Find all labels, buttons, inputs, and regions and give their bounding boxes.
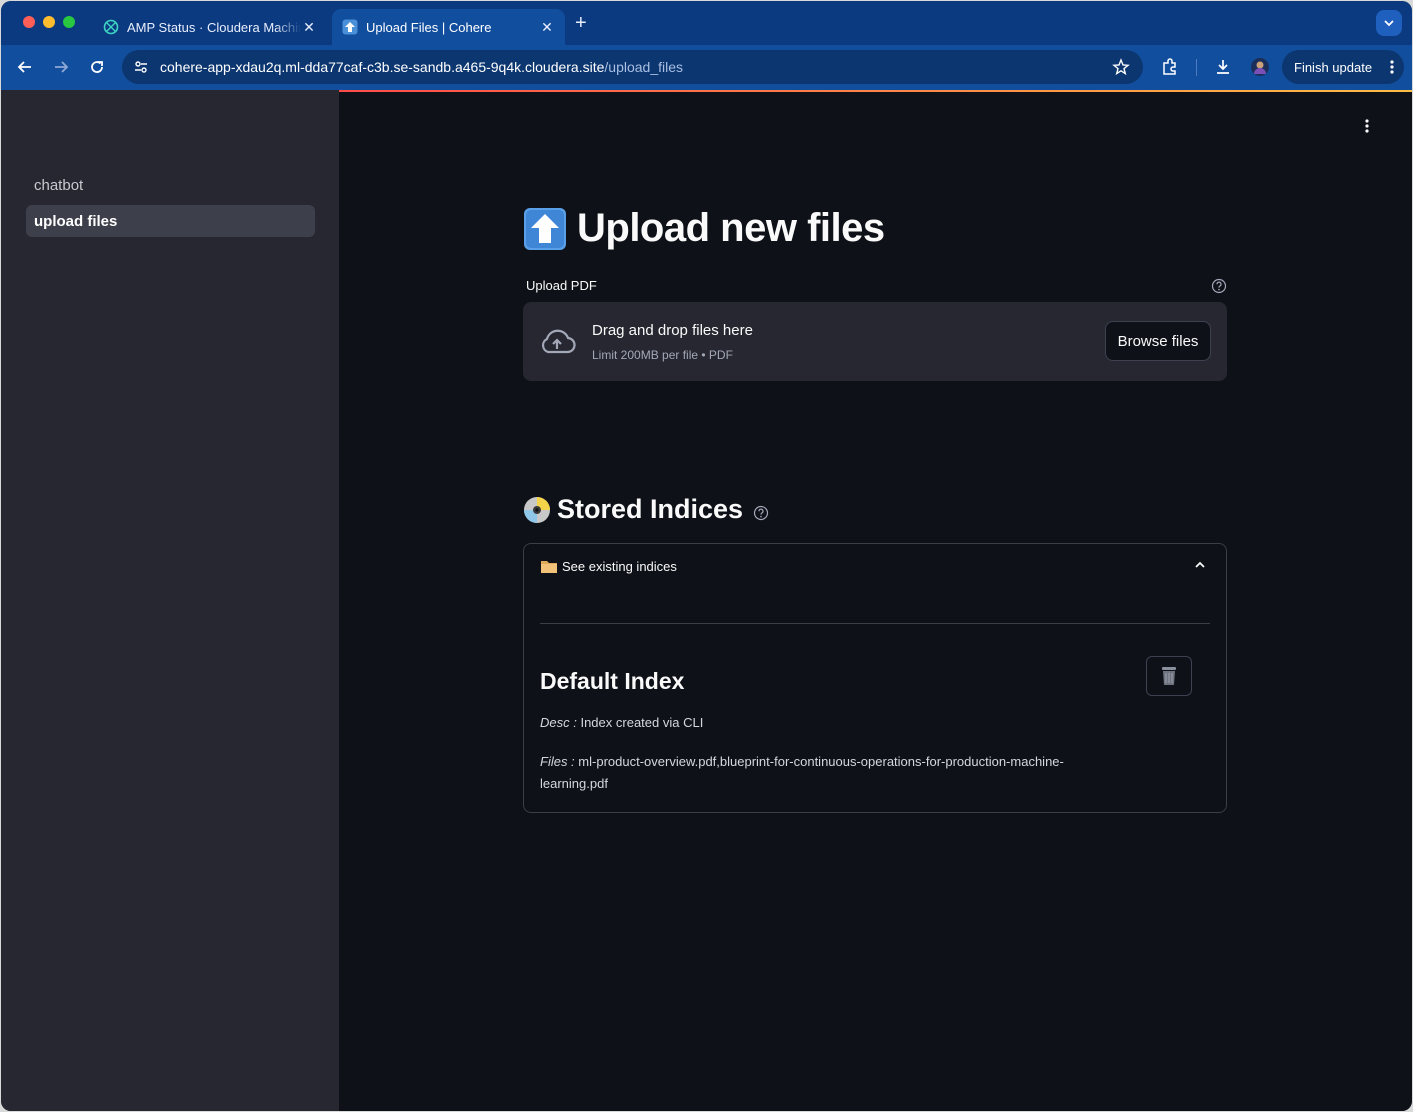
close-icon[interactable]: ✕ <box>301 19 317 36</box>
browse-files-label: Browse files <box>1117 332 1199 350</box>
desc-label: Desc : <box>540 715 577 730</box>
browser-window: AMP Status · Cloudera Machine Learning ✕… <box>1 1 1412 1111</box>
delete-index-button[interactable] <box>1146 656 1192 696</box>
reload-icon[interactable] <box>87 57 107 77</box>
expander-label: See existing indices <box>562 558 677 574</box>
page-title-text: Upload new files <box>577 206 885 250</box>
folder-icon <box>541 561 557 573</box>
sidebar-item-label: chatbot <box>34 176 84 194</box>
cloudera-icon <box>103 19 119 35</box>
sidebar-nav: chatbot upload files <box>1 90 339 1111</box>
sidebar-item-upload-files[interactable]: upload files <box>26 205 315 237</box>
back-arrow-icon[interactable] <box>15 57 35 77</box>
index-name: Default Index <box>540 668 685 694</box>
browse-files-button[interactable]: Browse files <box>1105 321 1211 361</box>
extensions-icon[interactable] <box>1160 57 1180 77</box>
file-dropzone[interactable]: Drag and drop files here Limit 200MB per… <box>523 302 1227 381</box>
page-title: Upload new files <box>523 206 885 251</box>
stored-indices-heading: Stored Indices <box>523 494 769 525</box>
sidebar-item-label: upload files <box>34 212 118 230</box>
close-window-button[interactable] <box>23 16 35 28</box>
url-path: /upload_files <box>604 59 684 75</box>
bookmark-star-icon[interactable] <box>1112 58 1130 76</box>
tab-search-button[interactable] <box>1376 10 1402 36</box>
address-bar[interactable]: cohere-app-xdau2q.ml-dda77caf-c3b.se-san… <box>122 50 1143 84</box>
toolbar-divider <box>1196 59 1197 76</box>
main-menu-icon[interactable] <box>1365 118 1369 134</box>
files-label: Files : <box>540 754 575 769</box>
help-icon[interactable] <box>1211 278 1227 294</box>
url-host: cohere-app-xdau2q.ml-dda77caf-c3b.se-san… <box>160 59 605 75</box>
tab-amp-status[interactable]: AMP Status · Cloudera Machine Learning ✕ <box>93 9 327 45</box>
close-icon[interactable]: ✕ <box>539 19 555 36</box>
tab-upload-files[interactable]: Upload Files | Cohere ✕ <box>332 9 565 45</box>
expander-header[interactable]: See existing indices <box>540 558 677 574</box>
new-tab-icon[interactable]: + <box>575 12 587 35</box>
wastebasket-icon <box>1162 667 1176 685</box>
minimize-window-button[interactable] <box>43 16 55 28</box>
profile-avatar-icon[interactable] <box>1250 57 1270 77</box>
top-decoration-bar <box>339 90 1412 92</box>
maximize-window-button[interactable] <box>63 16 75 28</box>
divider <box>540 623 1210 624</box>
more-vertical-icon <box>1390 60 1394 74</box>
site-settings-icon[interactable] <box>133 59 149 75</box>
tab-title: Upload Files | Cohere <box>366 19 492 35</box>
desc-value: Index created via CLI <box>580 715 704 730</box>
sidebar-item-chatbot[interactable]: chatbot <box>26 169 315 201</box>
chevron-up-icon[interactable] <box>1194 560 1206 570</box>
browser-toolbar: cohere-app-xdau2q.ml-dda77caf-c3b.se-san… <box>1 45 1412 90</box>
cd-disc-icon <box>524 496 550 523</box>
up-arrow-emoji-icon <box>342 19 358 35</box>
tab-strip: AMP Status · Cloudera Machine Learning ✕… <box>1 1 1412 45</box>
forward-arrow-icon[interactable] <box>51 57 71 77</box>
tab-title: AMP Status · Cloudera Machine Learning <box>127 19 301 35</box>
finish-update-label: Finish update <box>1294 59 1373 75</box>
index-files: Files : ml-product-overview.pdf,blueprin… <box>540 751 1100 795</box>
finish-update-button[interactable]: Finish update <box>1282 50 1404 84</box>
up-arrow-emoji-icon <box>524 207 566 250</box>
uploader-label: Upload PDF <box>526 278 597 293</box>
files-value: ml-product-overview.pdf,blueprint-for-co… <box>540 754 1064 791</box>
index-description: Desc : Index created via CLI <box>540 712 703 734</box>
stored-indices-title: Stored Indices <box>557 494 744 524</box>
dropzone-limit: Limit 200MB per file • PDF <box>592 348 733 362</box>
help-icon[interactable] <box>753 505 769 521</box>
main-content: Upload new files Upload PDF Drag and dro… <box>339 90 1412 1111</box>
existing-indices-expander: See existing indices Default Index Desc … <box>523 543 1227 813</box>
chevron-down-icon <box>1384 20 1394 27</box>
download-icon[interactable] <box>1213 57 1233 77</box>
dropzone-title: Drag and drop files here <box>592 322 753 339</box>
cloud-upload-icon <box>541 329 576 354</box>
